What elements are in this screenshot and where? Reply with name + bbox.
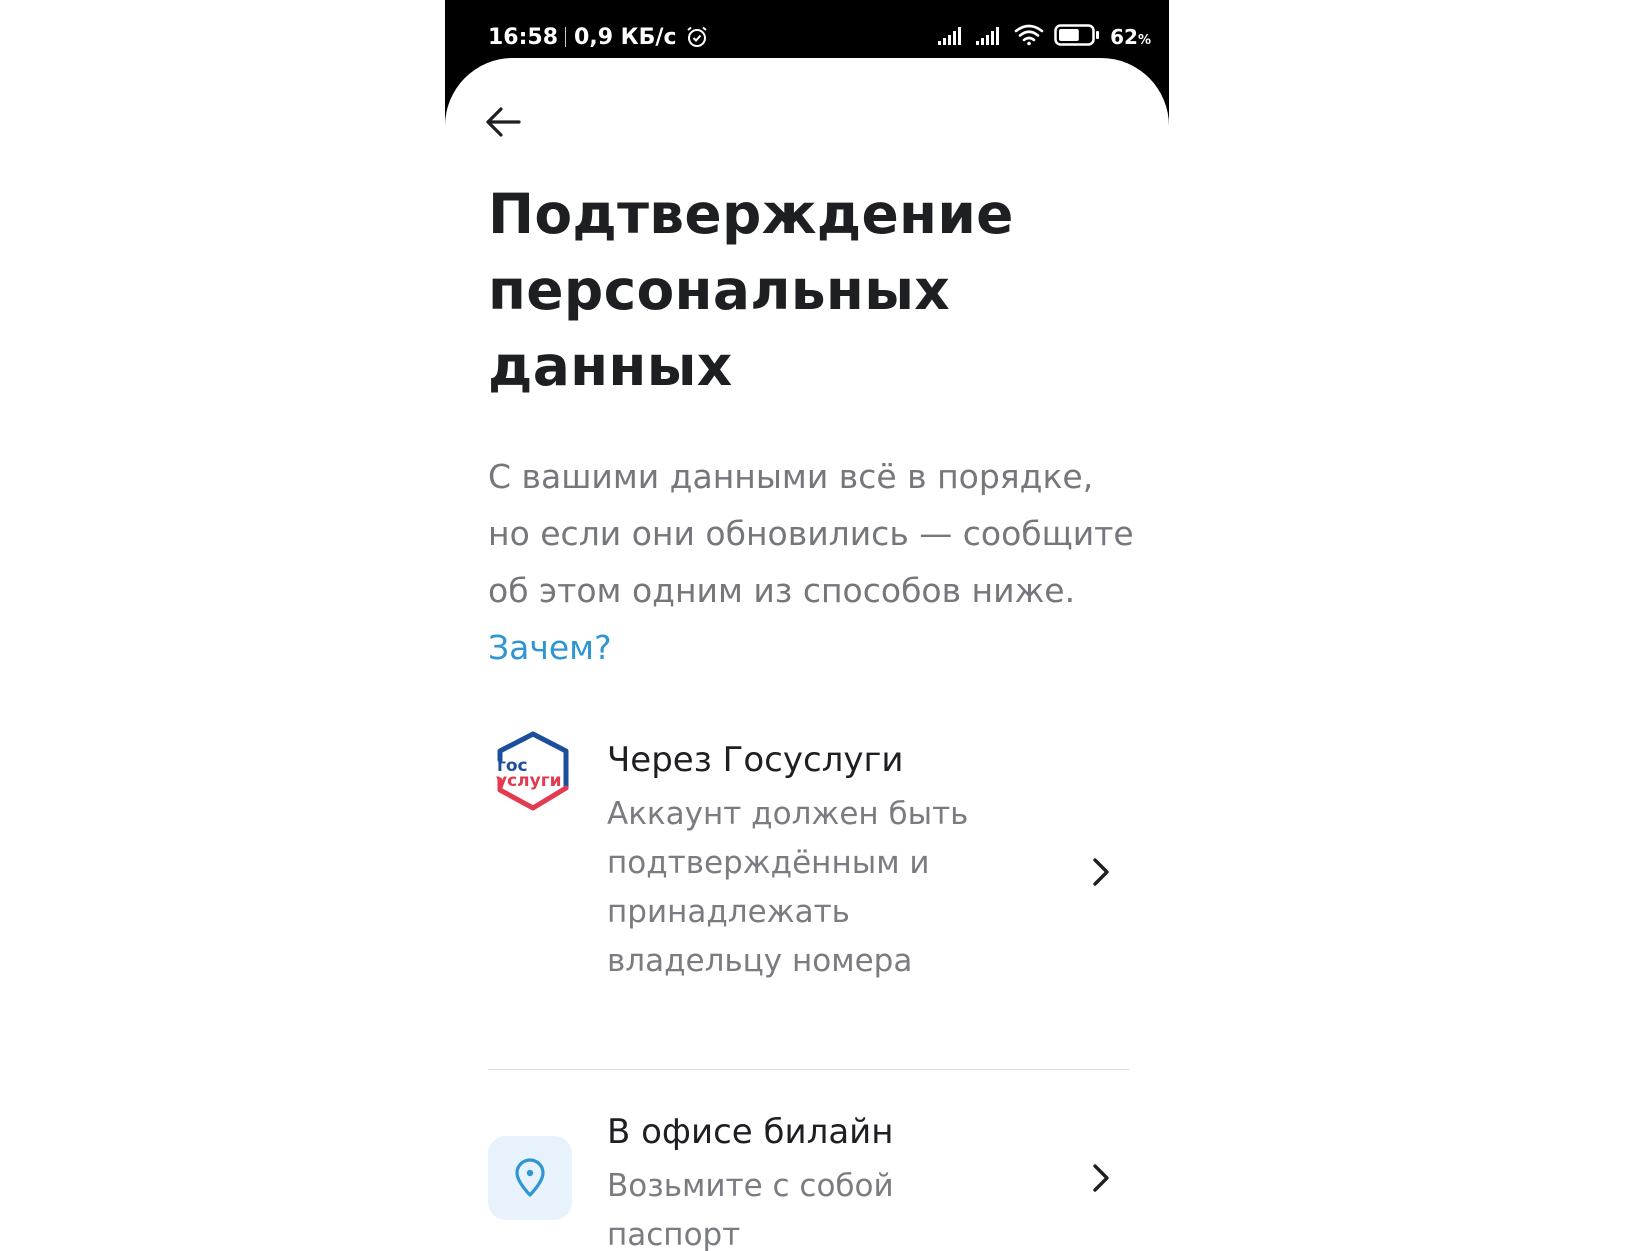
status-left: 16:58 0,9 КБ/с [488,22,709,52]
chevron-right-icon [1093,1164,1109,1192]
option-subtitle: Аккаунт должен быть подтверждённым и при… [607,796,969,979]
status-time: 16:58 [488,24,559,50]
gosuslugi-logo: гос услуги [488,728,578,818]
status-separator [565,27,567,47]
page-title-line: данных [488,334,733,398]
why-link[interactable]: Зачем? [488,628,612,667]
battery-percent-unit: % [1137,33,1151,48]
divider [488,1069,1129,1070]
back-button[interactable] [479,98,527,146]
option-office[interactable]: В офисе билайн Возьмите с собой паспорт [488,1098,1128,1251]
page-title-line: Подтверждение [488,182,1014,246]
option-title: Через Госуслуги [607,740,904,780]
option-gosuslugi[interactable]: гос услуги Через Госуслуги Аккаунт долже… [488,728,1128,1068]
status-right: 62% [938,22,1151,52]
phone-frame: 16:58 0,9 КБ/с 62% Подтверждение персона… [445,0,1169,1251]
app-screen: Подтверждение персональных данных С ваши… [445,58,1169,1251]
battery-icon [1054,24,1100,50]
page-title: Подтверждение персональных данных [488,176,1138,404]
arrow-left-icon [486,107,521,137]
status-net-speed: 0,9 КБ/с [574,24,677,50]
option-subtitle: Возьмите с собой паспорт [607,1168,894,1251]
option-title: В офисе билайн [607,1112,894,1152]
page-title-line: персональных [488,258,951,322]
signal-icon [938,25,966,49]
alarm-icon [685,25,709,49]
location-pin-tile [488,1136,572,1220]
battery-percent: 62% [1110,25,1151,49]
chevron-right-icon [1093,858,1109,886]
gosuslugi-logo-text-bottom: услуги [496,771,562,791]
status-bar: 16:58 0,9 КБ/с 62% [445,0,1169,62]
signal-icon [976,25,1004,49]
location-pin-icon [515,1158,545,1197]
page-description: С вашими данными всё в порядке, но если … [488,448,1138,676]
battery-percent-value: 62 [1110,25,1138,49]
wifi-icon [1014,24,1044,50]
description-text: С вашими данными всё в порядке, но если … [488,457,1134,610]
